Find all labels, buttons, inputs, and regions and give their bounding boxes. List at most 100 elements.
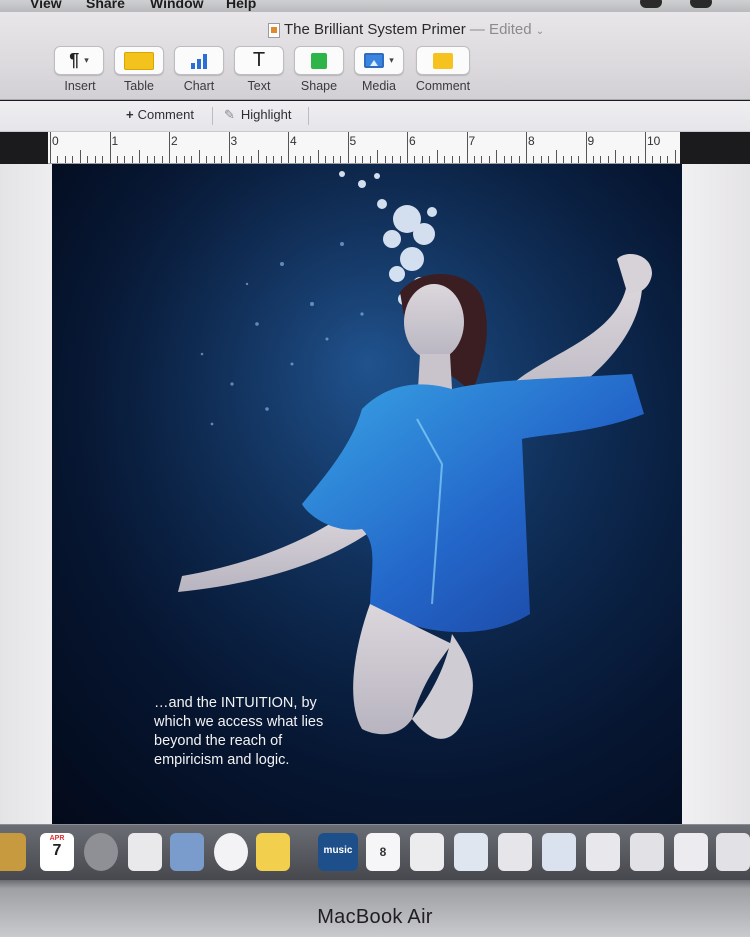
add-comment-label: Comment [137, 107, 194, 122]
ruler-tick [533, 156, 535, 163]
screen: View Share Window Help The Brilliant Sys… [0, 0, 750, 937]
ruler-tick [503, 156, 505, 163]
device-brand: MacBook Air [317, 906, 433, 928]
ruler-tick [340, 156, 342, 163]
ruler-tick [243, 156, 245, 163]
ruler-number: 2 [171, 134, 178, 148]
ruler-tick [50, 132, 51, 163]
shape-button[interactable] [294, 46, 344, 75]
ruler-number: 4 [290, 134, 297, 148]
ruler-tick [295, 156, 297, 163]
ruler-tick [622, 156, 624, 163]
ruler-tick [511, 156, 513, 163]
highlight-button[interactable]: ✎ Highlight [224, 107, 292, 123]
ruler-tick [369, 156, 371, 163]
ruler-number: 7 [468, 134, 476, 148]
divider [212, 107, 213, 125]
ruler-tick [459, 156, 461, 163]
add-comment-button[interactable]: + Comment [126, 107, 194, 122]
table-button[interactable] [114, 46, 164, 75]
chart-icon [191, 53, 207, 69]
ruler-tick [377, 150, 379, 163]
ruler-number: 5 [349, 134, 357, 148]
dock-window-thumbnail[interactable] [586, 833, 620, 871]
ruler-tick [221, 156, 223, 163]
comment-highlight-bar: + Comment ✎ Highlight [0, 101, 750, 132]
dock-window-thumbnail[interactable] [716, 833, 750, 871]
page-caption: …and the INTUITION, by which we access w… [154, 694, 374, 770]
ruler-tick [332, 156, 334, 163]
dock-document[interactable] [454, 833, 488, 871]
media-button[interactable]: ▾ [354, 46, 404, 75]
ruler-tick [273, 156, 275, 163]
contacts-day: 8 [379, 845, 387, 859]
ruler-tick [317, 150, 319, 163]
ruler-tick [592, 156, 594, 163]
ruler-tick [392, 156, 394, 163]
ruler-tick [265, 156, 267, 163]
text-button[interactable]: T [234, 46, 284, 75]
ruler-tick [325, 156, 327, 163]
ruler-tick [102, 156, 104, 163]
ruler-tick [429, 156, 431, 163]
ruler-tick [667, 156, 669, 163]
collaborate-label: Co [730, 79, 750, 93]
dock-window-thumbnail[interactable] [674, 833, 708, 871]
dock-window-thumbnail[interactable] [630, 833, 664, 871]
highlighter-icon: ✎ [224, 107, 235, 122]
ruler-number: 0 [52, 134, 59, 148]
menu-help[interactable]: Help [226, 0, 256, 11]
dock-document[interactable] [542, 833, 576, 871]
comment-icon [433, 52, 453, 69]
dock-app-contacts[interactable]: 8 [366, 833, 400, 871]
ruler-tick [384, 156, 386, 163]
ruler-tick [548, 156, 550, 163]
ruler-tick [183, 156, 185, 163]
ruler-tick [87, 156, 89, 163]
ruler-tick [421, 156, 423, 163]
ruler-tick [473, 156, 475, 163]
system-preferences-icon[interactable] [84, 833, 118, 871]
comment-button[interactable] [416, 46, 470, 75]
ruler-tick [94, 156, 96, 163]
chevron-down-icon: ▾ [389, 55, 394, 65]
ruler-tick [161, 156, 163, 163]
menu-window[interactable]: Window [150, 0, 204, 11]
ruler-tick [444, 156, 446, 163]
dock-document[interactable] [128, 833, 162, 871]
ruler-tick [124, 156, 126, 163]
dock-app-pages[interactable] [256, 833, 290, 871]
document-page[interactable]: …and the INTUITION, by which we access w… [52, 164, 682, 826]
music-app-label: music [323, 845, 353, 856]
menu-share[interactable]: Share [86, 0, 125, 11]
ruler[interactable]: 0 1 2 3 4 5 6 7 8 9 10 [48, 132, 680, 164]
dock-app-calendar[interactable]: APR 7 [40, 833, 74, 871]
dock-document[interactable] [410, 833, 444, 871]
ruler-tick [481, 156, 483, 163]
insert-button[interactable]: ¶ ▾ [54, 46, 104, 75]
ruler-tick [146, 156, 148, 163]
media-icon [364, 53, 385, 68]
divider [308, 107, 309, 125]
dock-document[interactable] [498, 833, 532, 871]
dock-app-folder[interactable] [0, 833, 26, 871]
caption-line: which we access what lies [154, 714, 324, 730]
chevron-down-icon[interactable]: ⌄ [536, 26, 544, 37]
menu-bar: View Share Window Help [0, 0, 750, 12]
ruler-tick [563, 156, 565, 163]
ruler-number: 3 [230, 134, 238, 148]
menu-status-icon[interactable] [640, 0, 662, 8]
window-title[interactable]: The Brilliant System Primer — Edited ⌄ [266, 21, 544, 38]
ruler-tick [347, 132, 349, 163]
amazon-music-app[interactable]: music [318, 833, 358, 871]
itunes-icon[interactable] [214, 833, 248, 871]
menu-status-icon-2[interactable] [690, 0, 712, 8]
shape-icon [311, 52, 327, 69]
dock-app-preview[interactable] [170, 833, 204, 871]
menu-view[interactable]: View [30, 0, 62, 11]
chart-button[interactable] [174, 46, 224, 75]
ruler-tick [407, 132, 408, 163]
ruler-tick [466, 132, 468, 163]
ruler-tick [154, 156, 156, 163]
media-label: Media [361, 79, 397, 93]
